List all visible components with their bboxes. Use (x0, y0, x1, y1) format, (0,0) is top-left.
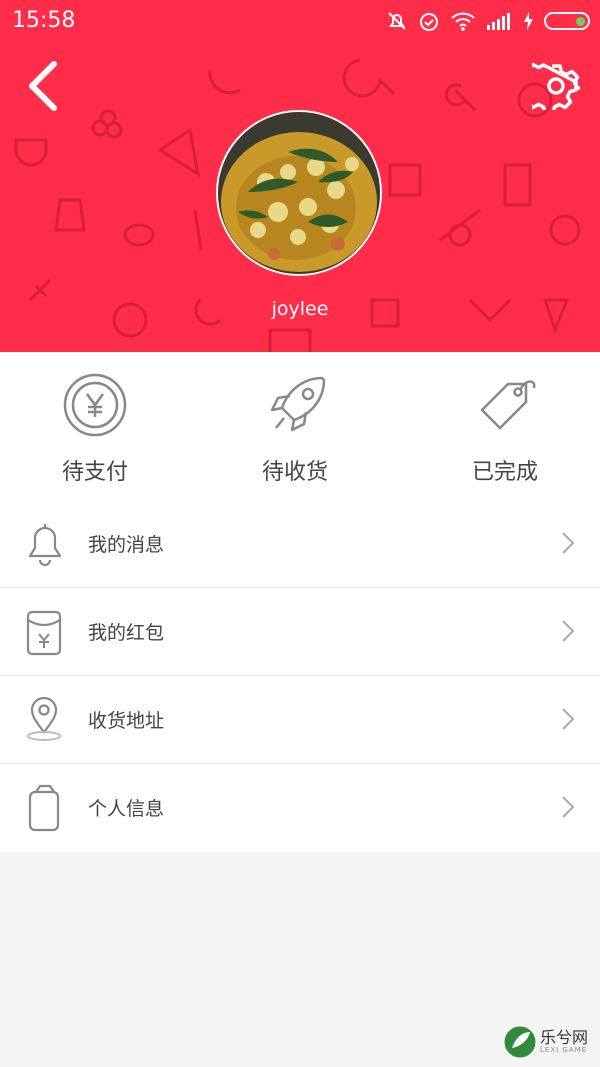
menu-item-messages[interactable]: 我的消息 (0, 500, 600, 588)
profile-header: 15:58 joylee (0, 0, 600, 352)
order-status-row: 待支付 待收货 已完成 (0, 352, 600, 500)
menu-item-red-packets-label: 我的红包 (88, 622, 165, 644)
menu-item-personal-info-label: 个人信息 (88, 798, 165, 820)
settings-button[interactable] (520, 62, 584, 115)
menu-item-shipping-address-label: 收货地址 (88, 710, 165, 732)
signal-icon (487, 13, 510, 30)
battery-level-dot (576, 17, 585, 26)
username: joylee (271, 298, 329, 320)
avatar[interactable] (216, 110, 382, 276)
order-completed[interactable]: 已完成 (400, 352, 600, 500)
chevron-left-icon (29, 61, 57, 111)
rocket-icon (270, 376, 326, 432)
order-pending-payment[interactable]: 待支付 (0, 352, 200, 500)
menu-item-shipping-address[interactable]: 收货地址 (0, 676, 600, 764)
order-pending-receipt[interactable]: 待收货 (200, 352, 400, 500)
chevron-right-icon (562, 620, 575, 642)
menu-list: 我的消息 我的红包 收货地址 个人信息 (0, 500, 600, 851)
phone-icon (28, 784, 60, 832)
battery-icon (544, 12, 590, 30)
menu-item-messages-label: 我的消息 (88, 534, 165, 556)
mute-bell-icon (388, 12, 406, 30)
status-time: 15:58 (12, 8, 76, 33)
watermark-subtext: LEXI GAME (540, 1046, 588, 1054)
tag-icon (480, 380, 536, 430)
chevron-right-icon (562, 796, 575, 818)
back-button[interactable] (22, 60, 72, 112)
watermark-text: 乐兮网 (540, 1028, 589, 1047)
order-completed-label: 已完成 (471, 460, 538, 485)
watermark: 乐兮网 LEXI GAME (500, 1022, 596, 1062)
menu-item-red-packets[interactable]: 我的红包 (0, 588, 600, 676)
status-bar: 15:58 (0, 0, 600, 44)
bell-icon (28, 524, 62, 567)
menu-item-personal-info[interactable]: 个人信息 (0, 764, 600, 851)
order-pending-payment-label: 待支付 (61, 460, 128, 485)
chevron-right-icon (562, 532, 575, 554)
status-icons (386, 7, 590, 35)
avatar-food-photo (218, 112, 380, 274)
gear-icon (520, 62, 584, 115)
order-pending-receipt-label: 待收货 (261, 460, 328, 485)
red-envelope-icon (26, 610, 62, 656)
yen-coin-icon (63, 373, 127, 437)
alarm-icon (420, 13, 438, 31)
chevron-right-icon (562, 708, 575, 730)
charging-icon (524, 12, 533, 30)
wifi-icon (451, 12, 475, 31)
location-pin-icon (27, 696, 61, 741)
leaf-logo-icon (503, 1025, 537, 1059)
